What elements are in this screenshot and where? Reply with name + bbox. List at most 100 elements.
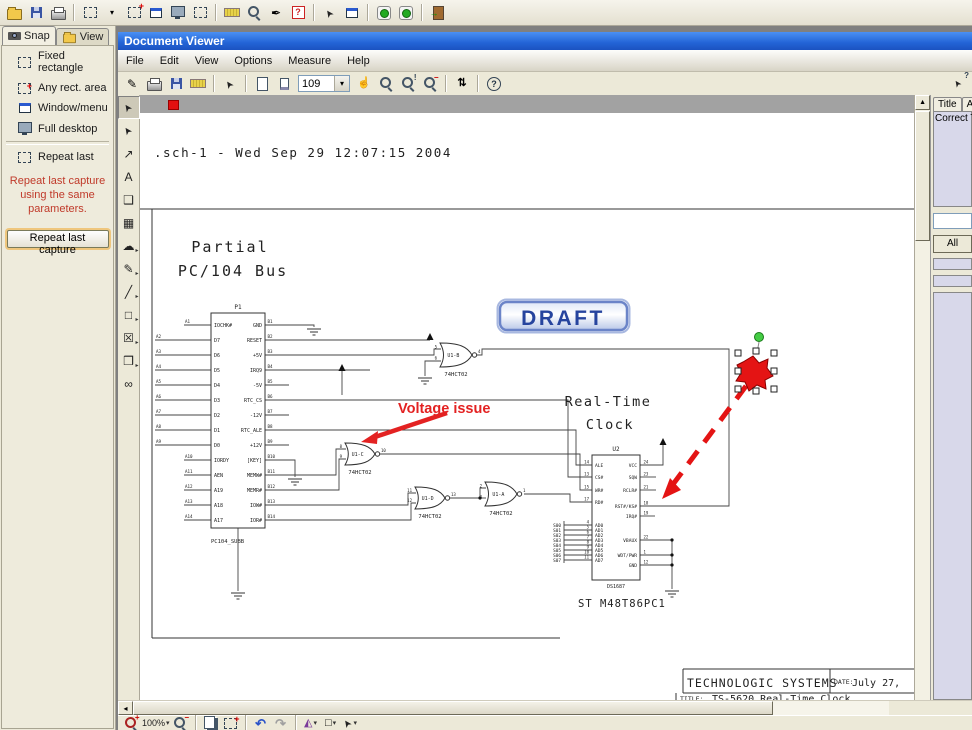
flip-tool-button[interactable]: ◭▾ [301,715,321,730]
capture-settings-button[interactable] [341,2,363,24]
link-tool[interactable]: ∞ [118,372,140,395]
page-layout-button[interactable] [273,73,295,95]
pen-tool-button[interactable]: ✒ [265,2,287,24]
vertical-scroll-thumb[interactable] [915,111,930,241]
svg-text:10: 10 [381,448,386,453]
capture-item-any-rect-area[interactable]: +Any rect. area [2,78,113,98]
text-tool[interactable]: A [118,165,140,188]
menu-file[interactable]: File [118,52,152,70]
results-box[interactable] [933,292,972,700]
zoom-actual-button[interactable]: ! [397,73,419,95]
desktop-capture-button[interactable] [167,2,189,24]
select-tool[interactable]: ➤ [118,96,140,119]
tab-view[interactable]: View [56,28,110,45]
zoom-level[interactable]: 100%▾ [141,715,171,730]
rotation-handle[interactable] [755,333,764,342]
print-document-button[interactable] [143,73,165,95]
any-rectangle-capture-button[interactable]: + [123,2,145,24]
stamp-tool[interactable]: ❒▸ [118,349,140,372]
tab-title[interactable]: Title [933,97,962,111]
redo-button[interactable]: ↷ [271,715,291,730]
capture-item-repeat-last[interactable]: Repeat last [2,147,113,167]
scroll-up-button[interactable]: ▲ [915,95,930,110]
tab-snap[interactable]: Snap [2,26,56,45]
horizontal-scroll-track[interactable] [773,701,889,715]
save-document-button[interactable] [165,73,187,95]
menu-edit[interactable]: Edit [152,52,187,70]
menu-view[interactable]: View [187,52,227,70]
horizontal-scrollbar[interactable]: ◂ [118,700,972,715]
result-item[interactable]: Correct Ti [935,113,972,124]
all-button[interactable]: All [933,235,972,253]
combo-dropdown-icon[interactable]: ▾ [334,76,349,91]
zoom-out-button[interactable]: − [419,73,441,95]
exit-button[interactable] [427,2,449,24]
zoom-select-button[interactable] [375,73,397,95]
copy-selection-button[interactable] [201,715,221,730]
horizontal-scroll-thumb[interactable] [133,701,773,715]
search-input[interactable] [933,213,972,229]
about-help-button[interactable]: ? [483,73,505,95]
context-help-button[interactable]: ➤? [947,73,969,95]
cloud-tool[interactable]: ☁▸ [118,234,140,257]
delete-box-tool[interactable]: ☒▸ [118,326,140,349]
capture-mode-dropdown-button[interactable]: ▾ [101,2,123,24]
help-button[interactable]: ? [287,2,309,24]
scroll-left-button[interactable]: ◂ [118,701,133,715]
window-capture-button[interactable] [145,2,167,24]
tab-snap-label: Snap [24,30,50,42]
document-page [140,113,914,700]
save-capture-button[interactable] [25,2,47,24]
arrow-tool[interactable]: ↗ [118,142,140,165]
menu-help[interactable]: Help [339,52,378,70]
capture-item-full-desktop[interactable]: Full desktop [2,118,113,139]
tab-a[interactable]: A [962,97,972,111]
zoom-combo[interactable]: 109 ▾ [298,75,350,92]
repeat-capture-button[interactable] [189,2,211,24]
pointer-tool-button[interactable]: ➤▾ [341,715,361,730]
draft-stamp-annotation[interactable]: DRAFT [498,300,630,333]
svg-text:S07: S07 [553,558,561,564]
image-tool[interactable]: ▦ [118,211,140,234]
viewer-titlebar[interactable]: Document Viewer [118,32,972,50]
magnifier-tool-button[interactable] [243,2,265,24]
edit-annotations-button[interactable]: ✎ [121,73,143,95]
fixed-rectangle-capture-button[interactable] [79,2,101,24]
document-viewport[interactable]: P1PC104_SUBBA1IOCHK#A2D7A3D6A4D5A5D4A6D3… [140,95,914,700]
shape-tool-button[interactable]: □▾ [321,715,341,730]
note-tool[interactable]: ❑ [118,188,140,211]
sort-pages-button[interactable]: ⇅ [451,73,473,95]
open-capture-button[interactable] [3,2,25,24]
line-tool[interactable]: ╱▸ [118,280,140,303]
capture-item-window-menu[interactable]: Window/menu [2,98,113,118]
menu-options[interactable]: Options [226,52,280,70]
zoom-in-button[interactable]: + [121,715,141,730]
new-page-button[interactable] [251,73,273,95]
print-capture-button[interactable] [47,2,69,24]
field-2[interactable] [933,275,972,287]
add-selection-button[interactable]: + [221,715,241,730]
select-annotation-tool[interactable]: ➤ [118,119,140,142]
svg-text:WDT/PWR: WDT/PWR [618,553,638,559]
svg-text:74HCT02: 74HCT02 [348,470,371,476]
svg-text:GND: GND [629,563,638,569]
page-marker[interactable] [168,100,179,110]
measure-tool-button[interactable] [187,73,209,95]
field-1[interactable] [933,258,972,270]
schematic-canvas[interactable]: P1PC104_SUBBA1IOCHK#A2D7A3D6A4D5A5D4A6D3… [140,113,914,700]
rectangle-tool[interactable]: □▸ [118,303,140,326]
ruler-tool-button[interactable] [221,2,243,24]
select-pointer-button[interactable]: ➤ [219,73,241,95]
record-video-button[interactable] [373,2,395,24]
results-list[interactable]: Correct Ti [933,111,972,207]
repeat-last-capture-button[interactable]: Repeat last capture [7,230,109,248]
record-audio-button[interactable] [395,2,417,24]
capture-item-fixed-rectangle[interactable]: Fixed rectangle [2,46,113,78]
undo-button[interactable]: ↶ [251,715,271,730]
zoom-out-button[interactable]: − [171,715,191,730]
pencil-tool[interactable]: ✎▸ [118,257,140,280]
menu-measure[interactable]: Measure [280,52,339,70]
capture-cursor-option-button[interactable]: ➤ [319,2,341,24]
vertical-scrollbar[interactable]: ▲ [914,95,930,700]
pan-hand-button[interactable]: ☝ [353,73,375,95]
